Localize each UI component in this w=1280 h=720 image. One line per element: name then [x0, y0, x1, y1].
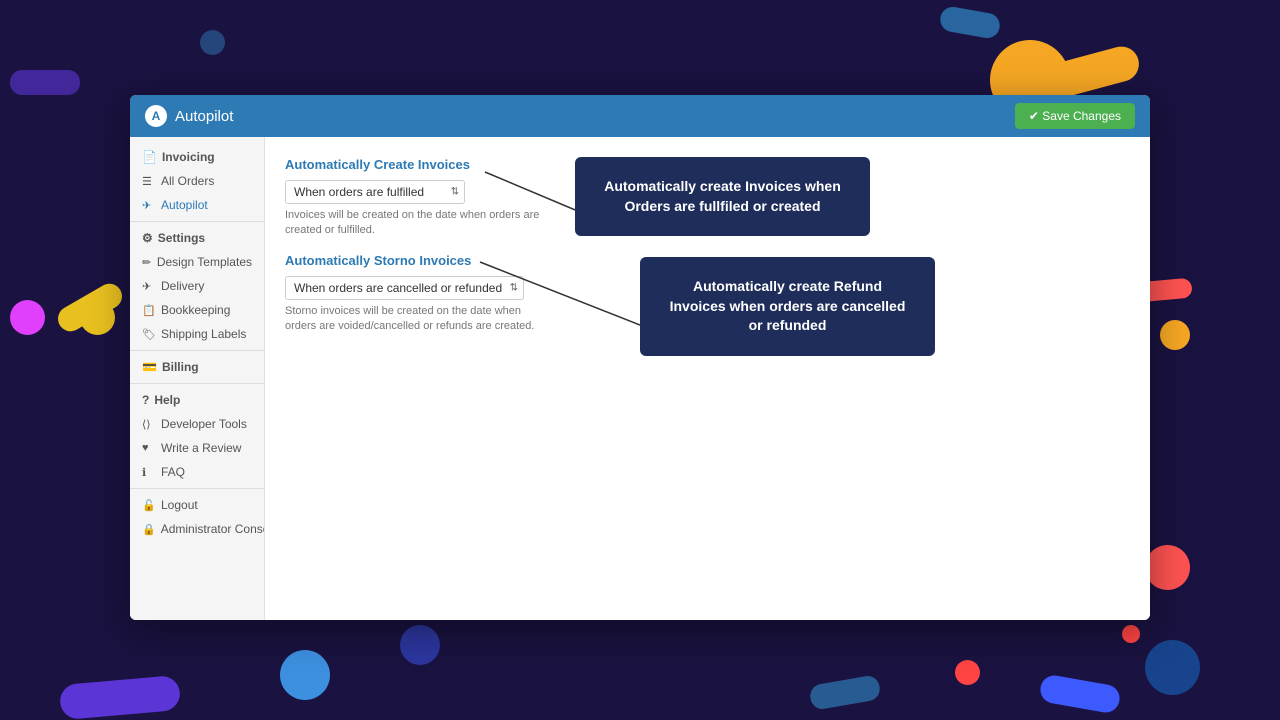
main-panel: Automatically Create Invoices When order… — [265, 137, 1150, 620]
app-window: A Autopilot ✔ Save Changes 📄 Invoicing ☰… — [130, 95, 1150, 620]
divider-4 — [130, 488, 264, 489]
sidebar-item-admin-console[interactable]: 🔒 Administrator Console — [130, 517, 264, 541]
sidebar-section-help: ? Help — [130, 388, 264, 412]
design-templates-icon: ✏ — [142, 256, 152, 269]
sidebar-item-autopilot[interactable]: ✈ Autopilot — [130, 193, 264, 217]
sidebar-item-write-review[interactable]: ♥ Write a Review — [130, 436, 264, 460]
sidebar-item-delivery[interactable]: ✈ Delivery — [130, 274, 264, 298]
tooltip-refund-invoices: Automatically create Refund Invoices whe… — [640, 257, 935, 356]
sidebar-item-all-orders[interactable]: ☰ All Orders — [130, 169, 264, 193]
sidebar: 📄 Invoicing ☰ All Orders ✈ Autopilot ⚙ S… — [130, 137, 265, 620]
save-button[interactable]: ✔ Save Changes — [1015, 103, 1135, 129]
auto-storno-invoices-select-wrapper[interactable]: When orders are cancelled or refunded — [285, 276, 524, 300]
settings-icon: ⚙ — [142, 231, 153, 245]
invoicing-icon: 📄 — [142, 150, 157, 164]
tooltip-create-invoices: Automatically create Invoices when Order… — [575, 157, 870, 236]
header-left: A Autopilot — [145, 105, 233, 127]
auto-storno-invoices-select[interactable]: When orders are cancelled or refunded — [285, 276, 524, 300]
sidebar-item-developer-tools[interactable]: ⟨⟩ Developer Tools — [130, 412, 264, 436]
billing-icon: 💳 — [142, 360, 157, 374]
sidebar-item-bookkeeping[interactable]: 📋 Bookkeeping — [130, 298, 264, 322]
shipping-labels-icon: 🏷 — [142, 328, 156, 341]
help-icon: ? — [142, 393, 149, 407]
admin-console-icon: 🔒 — [142, 523, 156, 536]
divider-1 — [130, 221, 264, 222]
divider-2 — [130, 350, 264, 351]
app-logo: A — [145, 105, 167, 127]
sidebar-item-design-templates[interactable]: ✏ Design Templates — [130, 250, 264, 274]
autopilot-icon: ✈ — [142, 199, 156, 212]
developer-tools-icon: ⟨⟩ — [142, 418, 156, 431]
sidebar-item-faq[interactable]: ℹ FAQ — [130, 460, 264, 484]
bookkeeping-icon: 📋 — [142, 304, 156, 317]
app-title: Autopilot — [175, 108, 233, 125]
auto-create-invoices-description: Invoices will be created on the date whe… — [285, 208, 545, 239]
app-header: A Autopilot ✔ Save Changes — [130, 95, 1150, 137]
faq-icon: ℹ — [142, 466, 156, 479]
auto-create-invoices-select-wrapper[interactable]: When orders are fulfilled — [285, 180, 465, 204]
write-review-icon: ♥ — [142, 442, 156, 454]
all-orders-icon: ☰ — [142, 175, 156, 188]
sidebar-item-logout[interactable]: 🔓 Logout — [130, 493, 264, 517]
sidebar-section-settings: ⚙ Settings — [130, 226, 264, 250]
delivery-icon: ✈ — [142, 280, 156, 293]
sidebar-section-billing[interactable]: 💳 Billing — [130, 355, 264, 379]
logout-icon: 🔓 — [142, 499, 156, 512]
auto-storno-invoices-description: Storno invoices will be created on the d… — [285, 304, 545, 335]
divider-3 — [130, 383, 264, 384]
sidebar-section-invoicing: 📄 Invoicing — [130, 145, 264, 169]
auto-create-invoices-select[interactable]: When orders are fulfilled — [285, 180, 465, 204]
sidebar-item-shipping-labels[interactable]: 🏷 Shipping Labels — [130, 322, 264, 346]
app-content: 📄 Invoicing ☰ All Orders ✈ Autopilot ⚙ S… — [130, 137, 1150, 620]
